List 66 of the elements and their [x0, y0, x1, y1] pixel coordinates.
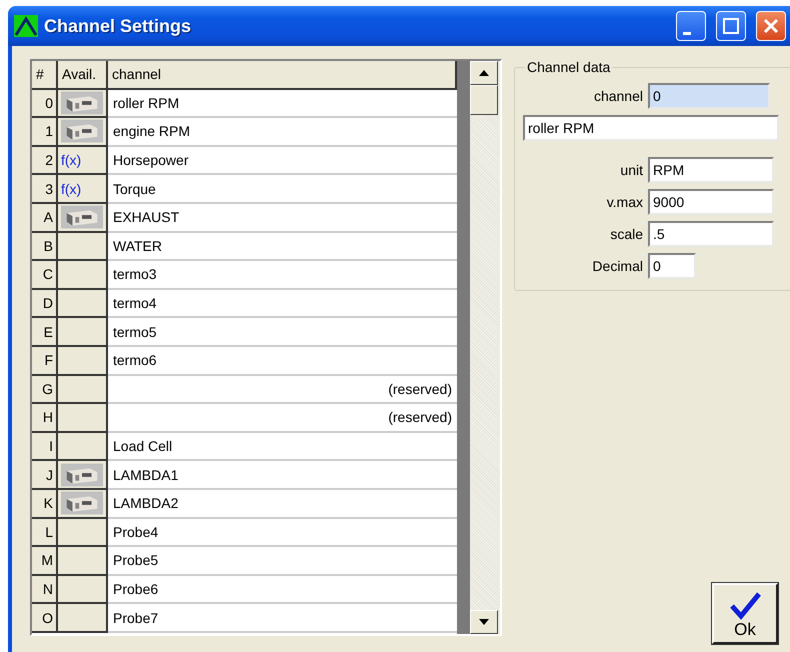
row-index: 1: [32, 118, 58, 147]
row-index: 0: [32, 90, 58, 118]
column-header: #: [32, 61, 58, 90]
row-index: G: [32, 376, 58, 404]
avail-cell: [58, 346, 108, 376]
input-field[interactable]: 9000: [648, 189, 774, 215]
close-icon: [762, 17, 780, 35]
channel-cell[interactable]: Probe4: [108, 518, 457, 548]
row-index: N: [32, 576, 58, 604]
window-title: Channel Settings: [44, 16, 192, 36]
row-index: A: [32, 204, 58, 233]
checkmark-icon: [728, 592, 762, 620]
avail-cell: [58, 290, 108, 318]
avail-cell: [58, 404, 108, 433]
field-label: channel: [592, 88, 643, 104]
avail-cell: [58, 604, 108, 633]
scroll-down-button[interactable]: [470, 610, 498, 634]
field-label: unit: [619, 162, 643, 178]
avail-cell: [58, 318, 108, 347]
row-index: F: [32, 346, 58, 376]
input-field[interactable]: 0: [648, 253, 696, 279]
up-arrow-icon: [479, 70, 489, 76]
field-label: Decimal: [591, 258, 643, 274]
row-index: L: [32, 518, 58, 548]
row-index: E: [32, 318, 58, 347]
avail-cell: [58, 576, 108, 604]
input-field[interactable]: .5: [648, 221, 774, 247]
row-index: I: [32, 432, 58, 462]
row-index: B: [32, 232, 58, 262]
formula-label: f(x): [61, 180, 82, 197]
row-index: C: [32, 261, 58, 290]
row-index: M: [32, 547, 58, 576]
field-label: scale: [609, 226, 643, 242]
row-index: J: [32, 461, 58, 490]
group-title: Channel data: [526, 59, 612, 75]
channel-cell[interactable]: Load Cell: [108, 432, 457, 462]
down-arrow-icon: [479, 619, 489, 625]
row-index: H: [32, 404, 58, 433]
column-header: Avail.: [58, 61, 108, 90]
row-index: 3: [32, 175, 58, 204]
avail-cell: [58, 261, 108, 290]
row-index: O: [32, 604, 58, 633]
row-index: K: [32, 490, 58, 518]
avail-cell: [58, 547, 108, 576]
field-label: v.max: [606, 194, 643, 210]
channel-cell[interactable]: WATER: [108, 232, 457, 262]
column-header: channel: [108, 61, 457, 90]
channel-cell[interactable]: (reserved): [108, 376, 457, 404]
maximize-button[interactable]: [716, 11, 746, 41]
scrollbar[interactable]: [470, 61, 500, 634]
input-field[interactable]: RPM: [648, 157, 774, 183]
name-field[interactable]: roller RPM: [523, 115, 779, 141]
formula-label: f(x): [61, 152, 82, 168]
close-button[interactable]: [756, 11, 786, 41]
scroll-thumb[interactable]: [470, 85, 498, 115]
channel-cell[interactable]: Probe6: [108, 576, 457, 604]
row-index: 2: [32, 146, 58, 176]
row-index: D: [32, 290, 58, 318]
maximize-icon: [722, 17, 740, 35]
ok-button[interactable]: Ok: [712, 583, 778, 644]
minimize-button[interactable]: [676, 11, 706, 41]
avail-cell: [58, 376, 108, 404]
app-logo-icon: [14, 15, 38, 37]
channel-cell[interactable]: roller RPM: [108, 90, 457, 118]
minimize-icon: [683, 32, 691, 34]
scroll-up-button[interactable]: [470, 61, 498, 85]
